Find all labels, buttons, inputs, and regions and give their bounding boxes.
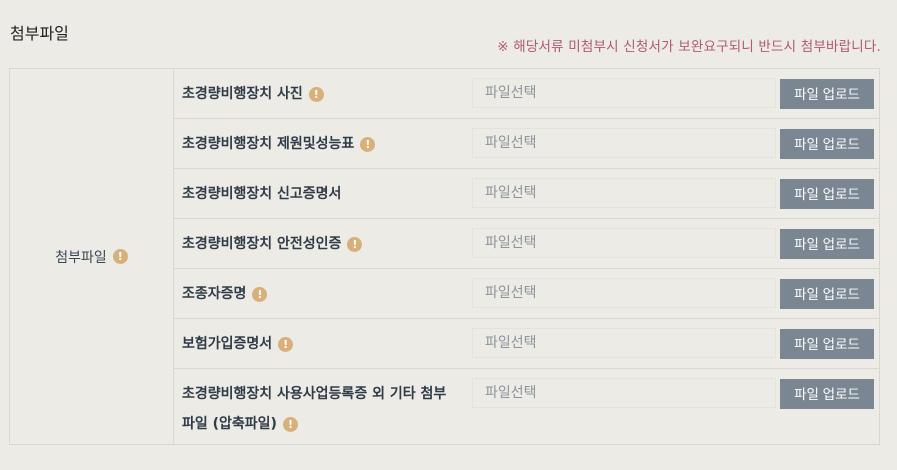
section-title: 첨부파일 <box>10 24 69 43</box>
file-select-input[interactable]: 파일선택 <box>472 178 776 208</box>
attachment-label: 초경량비행장치 사진! <box>182 79 452 109</box>
file-upload-button[interactable]: 파일 업로드 <box>780 329 874 359</box>
file-select-input[interactable]: 파일선택 <box>472 378 776 408</box>
info-icon[interactable]: ! <box>252 286 268 302</box>
attachment-row: 초경량비행장치 안전성인증! 파일선택 파일 업로드 <box>174 219 879 269</box>
attachment-label: 초경량비행장치 안전성인증! <box>182 229 452 259</box>
row-header: 첨부파일 ! <box>10 69 174 444</box>
attachment-label: 초경량비행장치 사용사업등록증 외 기타 첨부파일 (압축파일)! <box>182 386 447 432</box>
info-icon[interactable]: ! <box>360 136 376 152</box>
info-icon[interactable]: ! <box>347 236 363 252</box>
file-upload-button[interactable]: 파일 업로드 <box>780 179 874 209</box>
row-header-label: 첨부파일 <box>55 249 107 266</box>
attachment-label: 초경량비행장치 신고증명서 <box>182 186 342 202</box>
info-icon[interactable]: ! <box>112 249 128 264</box>
attachment-label: 조종자증명! <box>182 279 452 309</box>
attachment-label: 초경량비행장치 제원및성능표! <box>182 129 452 159</box>
file-select-input[interactable]: 파일선택 <box>472 278 776 308</box>
file-upload-button[interactable]: 파일 업로드 <box>780 279 874 309</box>
attachment-rows: 초경량비행장치 사진! 파일선택 파일 업로드 초경량비행장치 제원및성능표! … <box>174 69 879 444</box>
file-upload-button[interactable]: 파일 업로드 <box>780 379 874 409</box>
notice-text: ※ 해당서류 미첨부시 신청서가 보완요구되니 반드시 첨부바랍니다. <box>497 39 881 55</box>
file-select-input[interactable]: 파일선택 <box>472 328 776 358</box>
attachment-table: 첨부파일 ! 초경량비행장치 사진! 파일선택 파일 업로드 초경량비행장치 제… <box>9 68 880 445</box>
attachment-row: 초경량비행장치 신고증명서 파일선택 파일 업로드 <box>174 169 879 219</box>
attachment-row: 보험가입증명서! 파일선택 파일 업로드 <box>174 319 879 369</box>
attachment-row: 초경량비행장치 사용사업등록증 외 기타 첨부파일 (압축파일)! 파일선택 파… <box>174 369 879 446</box>
info-icon[interactable]: ! <box>278 336 294 352</box>
file-select-input[interactable]: 파일선택 <box>472 128 776 158</box>
attachment-label: 보험가입증명서! <box>182 329 452 359</box>
file-upload-button[interactable]: 파일 업로드 <box>780 229 874 259</box>
file-select-input[interactable]: 파일선택 <box>472 228 776 258</box>
info-icon[interactable]: ! <box>282 416 298 432</box>
file-select-input[interactable]: 파일선택 <box>472 78 776 108</box>
attachment-row: 초경량비행장치 제원및성능표! 파일선택 파일 업로드 <box>174 119 879 169</box>
attachment-row: 조종자증명! 파일선택 파일 업로드 <box>174 269 879 319</box>
attachment-row: 초경량비행장치 사진! 파일선택 파일 업로드 <box>174 69 879 119</box>
file-upload-button[interactable]: 파일 업로드 <box>780 129 874 159</box>
file-upload-button[interactable]: 파일 업로드 <box>780 79 874 109</box>
info-icon[interactable]: ! <box>308 86 324 102</box>
